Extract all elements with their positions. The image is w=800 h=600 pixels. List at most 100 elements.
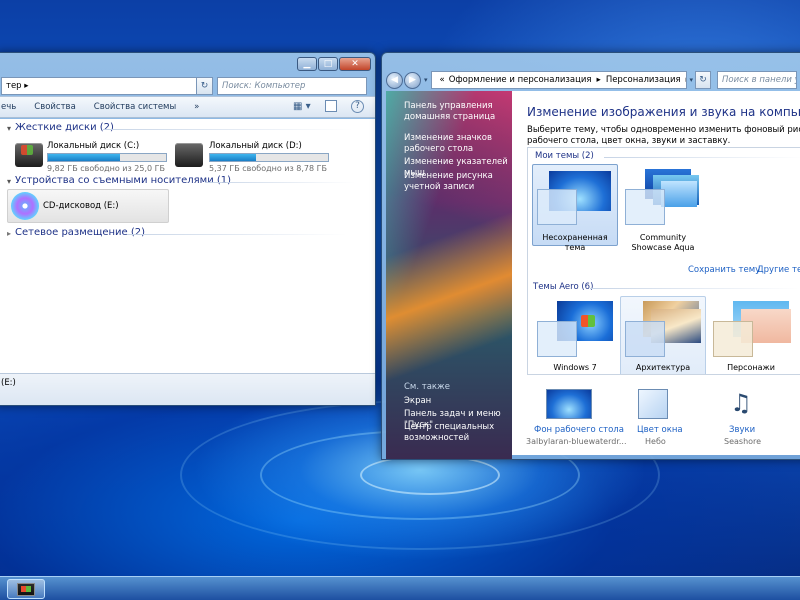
theme-community-aqua-label: Community Showcase Aqua (631, 233, 695, 252)
group-divider (103, 129, 353, 130)
group-divider (127, 234, 347, 235)
theme-list: Мои темы (2) Несохраненная тема Communit… (527, 147, 800, 375)
maximize-button[interactable]: □ (318, 57, 338, 71)
personalization-window: ◀ ▶ ▾ « Оформление и персонализация ▸ Пе… (381, 52, 800, 460)
theme-characters-label: Персонажи (727, 363, 775, 372)
expand-icon[interactable]: ▾ (7, 124, 11, 133)
window-color-value: Небо (645, 437, 666, 446)
refresh-icon[interactable]: ↻ (197, 77, 213, 95)
page-title: Изменение изображения и звука на компьют… (527, 105, 800, 119)
sounds-link[interactable]: Звуки (729, 425, 755, 435)
preview-pane-icon[interactable] (325, 100, 337, 112)
drive-d-name[interactable]: Локальный диск (D:) (209, 141, 302, 151)
theme-characters[interactable]: Персонажи (708, 296, 794, 374)
save-theme-link[interactable]: Сохранить тему (688, 265, 760, 275)
properties-button[interactable]: Свойства (34, 102, 76, 112)
aero-themes-header: Темы Aero (6) (533, 282, 594, 292)
hard-drive-icon (175, 143, 203, 167)
group-network[interactable]: Сетевое размещение (2) (15, 227, 145, 238)
forward-button[interactable]: ▶ (404, 71, 421, 89)
theme-unsaved-label: Несохраненная тема (542, 233, 608, 252)
sounds-icon[interactable]: ♫ (726, 387, 756, 419)
window-color-link[interactable]: Цвет окна (637, 425, 683, 435)
nav-home-link[interactable]: Панель управления домашняя страница (404, 101, 504, 123)
search-input[interactable]: Поиск в панели упр (717, 71, 798, 89)
breadcrumb-separator-icon: « (439, 75, 445, 85)
nav-pane: Панель управления домашняя страница Изме… (386, 91, 512, 459)
more-commands-button[interactable]: » (194, 102, 199, 112)
group-hard-disks[interactable]: Жесткие диски (2) (15, 122, 114, 133)
command-bar: ечь Свойства Свойства системы » ▦ ▾ ? (0, 96, 375, 118)
desktop-background-link[interactable]: Фон рабочего стола (534, 425, 624, 435)
cd-disc-icon (11, 192, 39, 220)
nav-account-picture-link[interactable]: Изменение рисунка учетной записи (404, 171, 508, 193)
taskbar (0, 576, 800, 600)
breadcrumb-personalization[interactable]: Персонализация (606, 75, 681, 85)
desktop-background-icon[interactable] (546, 389, 592, 419)
group-removable[interactable]: Устройства со съемными носителями (1) (15, 175, 231, 186)
explorer-window: ▁ □ ✕ тер ▸ ↻ Поиск: Компьютер ечь Свойс… (0, 52, 376, 406)
theme-windows7-label: Windows 7 (553, 363, 597, 372)
address-field[interactable]: тер ▸ (1, 77, 197, 95)
close-button[interactable]: ✕ (339, 57, 371, 71)
search-placeholder: Поиск: Компьютер (222, 81, 306, 91)
system-properties-button[interactable]: Свойства системы (94, 102, 176, 112)
collapse-icon[interactable]: ▸ (7, 229, 11, 238)
drive-d-usage-fill (210, 154, 257, 161)
address-dropdown-icon[interactable]: ▾ (690, 76, 694, 84)
drive-c-usage-bar (47, 153, 167, 162)
taskbar-explorer-button[interactable] (7, 579, 45, 599)
search-placeholder: Поиск в панели упр (722, 75, 796, 85)
back-button[interactable]: ◀ (386, 71, 403, 89)
cd-drive-name: CD-дисковод (E:) (43, 201, 119, 211)
windows-logo-icon (581, 315, 595, 327)
minimize-button[interactable]: ▁ (297, 57, 317, 71)
window-color-icon[interactable] (638, 389, 668, 419)
expand-icon[interactable]: ▾ (7, 177, 11, 186)
explorer-content: ▾ Жесткие диски (2) Локальный диск (C:) … (0, 119, 375, 373)
desktop-background-value: 3albylaran-bluewaterdr... (526, 437, 627, 446)
breadcrumb-appearance[interactable]: Оформление и персонализация (449, 75, 592, 85)
theme-windows7[interactable]: Windows 7 (532, 296, 618, 374)
see-also-heading: См. также (404, 382, 450, 392)
personalization-content: Изменение изображения и звука на компьют… (512, 91, 800, 455)
help-icon[interactable]: ? (351, 100, 364, 113)
theme-architecture[interactable]: Архитектура (620, 296, 706, 374)
refresh-icon[interactable]: ↻ (695, 71, 712, 89)
nav-desktop-icons-link[interactable]: Изменение значков рабочего стола (404, 133, 508, 155)
theme-window-preview (537, 321, 577, 357)
group-divider (205, 182, 355, 183)
drive-d-usage-bar (209, 153, 329, 162)
nav-row: ◀ ▶ ▾ « Оформление и персонализация ▸ Пе… (386, 69, 800, 91)
drive-d-free: 5,37 ГБ свободно из 8,78 ГБ (209, 164, 328, 173)
search-input[interactable]: Поиск: Компьютер (217, 77, 367, 95)
breadcrumb-separator-icon: ▸ (686, 75, 687, 85)
address-bar-row: тер ▸ ↻ Поиск: Компьютер (0, 75, 371, 97)
address-text: тер ▸ (6, 81, 29, 91)
my-themes-header: Мои темы (2) (535, 151, 594, 161)
theme-community-aqua[interactable]: Community Showcase Aqua (620, 164, 706, 258)
nav-ease-of-access-link[interactable]: Центр специальных возможностей (404, 422, 508, 444)
theme-unsaved[interactable]: Несохраненная тема (532, 164, 618, 252)
computer-icon (17, 582, 35, 596)
theme-architecture-label: Архитектура (635, 363, 691, 372)
drive-c-name[interactable]: Локальный диск (C:) (47, 141, 139, 151)
theme-window-preview (713, 321, 753, 357)
theme-preview (661, 181, 697, 207)
eject-button[interactable]: ечь (1, 102, 16, 112)
nav-display-link[interactable]: Экран (404, 396, 504, 407)
theme-window-preview (537, 189, 577, 225)
online-themes-link[interactable]: Другие темы (757, 265, 800, 275)
page-description: Выберите тему, чтобы одновременно измени… (527, 125, 800, 146)
address-field[interactable]: « Оформление и персонализация ▸ Персонал… (430, 71, 687, 89)
history-dropdown-icon[interactable]: ▾ (424, 76, 428, 84)
drive-c-usage-fill (48, 154, 120, 161)
drive-c-free: 9,82 ГБ свободно из 25,0 ГБ (47, 164, 166, 173)
status-bar: (E:) (0, 373, 375, 405)
breadcrumb-separator-icon: ▸ (596, 75, 601, 85)
theme-window-preview (625, 321, 665, 357)
view-options-icon[interactable]: ▦ ▾ (293, 101, 311, 112)
windows-logo-icon (21, 145, 33, 155)
theme-window-preview (625, 189, 665, 225)
group-divider (604, 157, 800, 158)
